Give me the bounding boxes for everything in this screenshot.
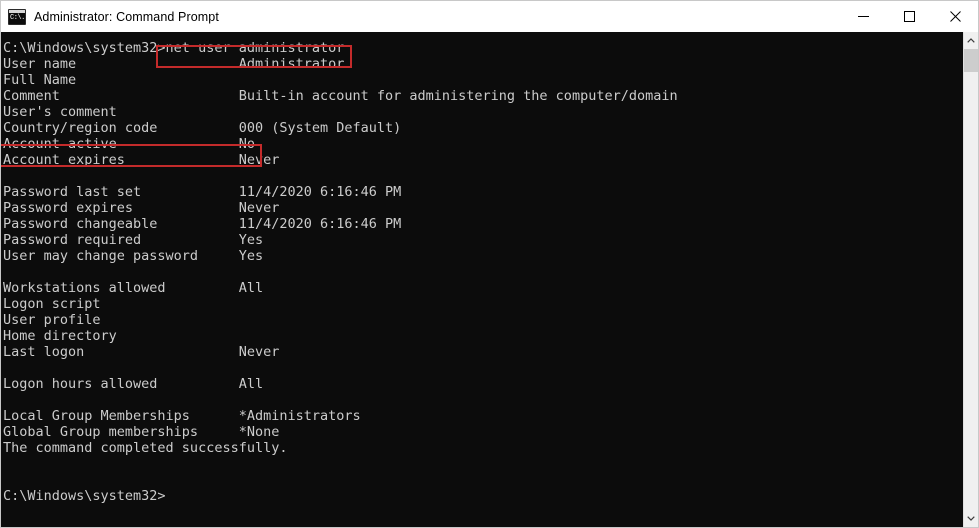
close-icon <box>949 11 961 22</box>
title-bar[interactable]: C:\. Administrator: Command Prompt <box>1 1 978 32</box>
console-text: C:\Windows\system32>net user administrat… <box>3 40 678 504</box>
icon-prompt-glyph: C:\. <box>10 13 25 22</box>
scroll-up-button[interactable] <box>964 32 978 49</box>
maximize-icon <box>903 11 915 22</box>
command-prompt-icon: C:\. <box>8 8 26 25</box>
maximize-button[interactable] <box>886 1 932 32</box>
window-title: Administrator: Command Prompt <box>34 9 219 24</box>
vertical-scrollbar[interactable] <box>963 32 978 527</box>
minimize-button[interactable] <box>840 1 886 32</box>
close-button[interactable] <box>932 1 978 32</box>
minimize-icon <box>857 16 869 17</box>
scroll-down-icon <box>967 516 975 521</box>
scrollbar-thumb[interactable] <box>964 49 978 72</box>
command-prompt-window: C:\. Administrator: Command Prompt C:\Wi… <box>0 0 979 528</box>
scroll-up-icon <box>967 38 975 43</box>
scroll-down-button[interactable] <box>964 510 978 527</box>
window-controls <box>840 1 978 32</box>
terminal-output-area[interactable]: C:\Windows\system32>net user administrat… <box>1 32 963 527</box>
